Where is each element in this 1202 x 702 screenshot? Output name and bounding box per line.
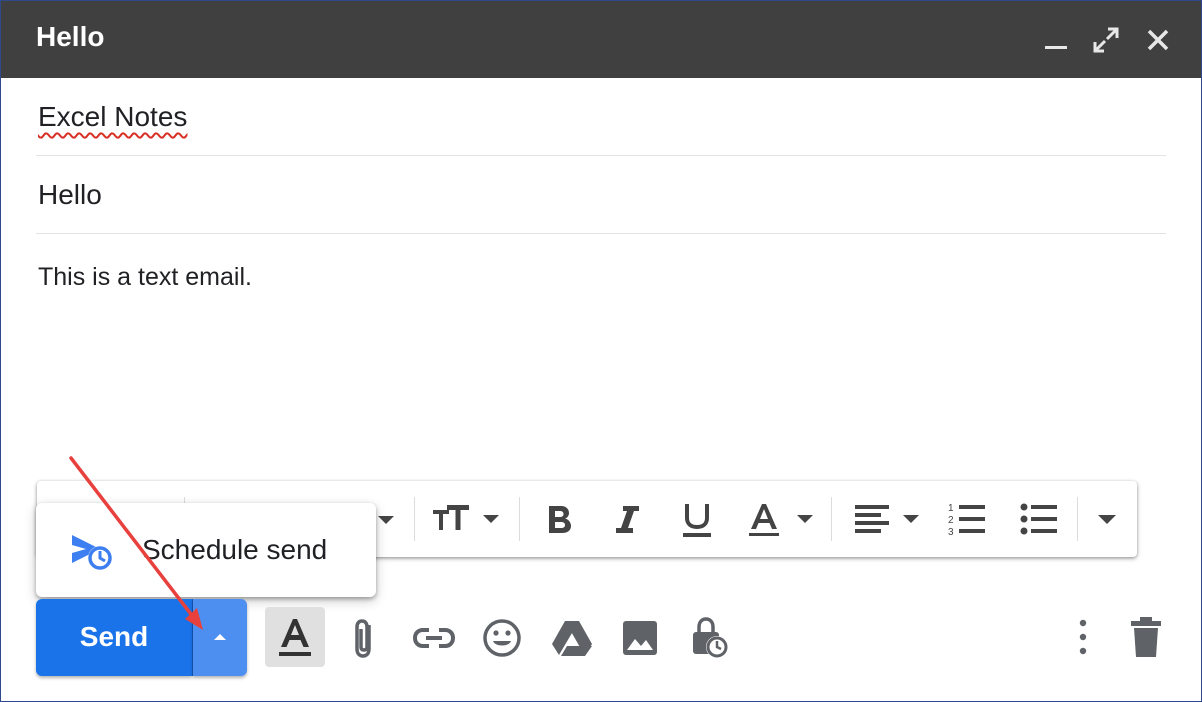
align-icon[interactable] bbox=[853, 499, 925, 539]
schedule-send-item[interactable]: Schedule send bbox=[142, 534, 327, 566]
svg-text:3: 3 bbox=[948, 527, 954, 538]
link-icon[interactable] bbox=[409, 613, 459, 663]
underline-icon[interactable] bbox=[679, 499, 715, 539]
trash-icon[interactable] bbox=[1125, 613, 1175, 663]
minimize-icon[interactable] bbox=[1039, 23, 1073, 57]
schedule-send-icon bbox=[70, 531, 118, 580]
italic-icon[interactable] bbox=[611, 499, 643, 539]
numbered-list-icon[interactable]: 1 2 3 bbox=[947, 499, 987, 539]
compose-titlebar[interactable]: Hello bbox=[1, 1, 1201, 78]
font-size-icon[interactable] bbox=[431, 499, 503, 539]
subject-value: Hello bbox=[38, 179, 102, 210]
svg-text:2: 2 bbox=[948, 515, 954, 526]
compose-title: Hello bbox=[36, 21, 105, 52]
emoji-icon[interactable] bbox=[477, 613, 527, 663]
expand-icon[interactable] bbox=[1089, 23, 1123, 57]
send-options-button[interactable] bbox=[193, 599, 247, 676]
more-formatting-icon[interactable] bbox=[1095, 499, 1119, 539]
toolbar-divider bbox=[1077, 497, 1078, 541]
recipient-field[interactable]: Excel Notes bbox=[36, 79, 1166, 156]
svg-text:1: 1 bbox=[948, 503, 954, 514]
compose-window: Hello Excel Notes Hello This is a text e… bbox=[0, 0, 1202, 702]
photo-icon[interactable] bbox=[615, 613, 665, 663]
attach-icon[interactable] bbox=[341, 613, 391, 663]
schedule-send-menu: Schedule send bbox=[36, 503, 376, 597]
subject-field[interactable]: Hello bbox=[36, 157, 1166, 234]
toolbar-divider bbox=[414, 497, 415, 541]
text-color-icon[interactable] bbox=[745, 499, 817, 539]
more-options-icon[interactable] bbox=[1063, 613, 1113, 663]
confidential-mode-icon[interactable] bbox=[685, 613, 735, 663]
bold-icon[interactable] bbox=[543, 499, 575, 539]
close-icon[interactable] bbox=[1141, 23, 1175, 57]
send-button[interactable]: Send bbox=[36, 599, 192, 676]
formatting-options-icon[interactable] bbox=[269, 611, 319, 661]
drive-icon[interactable] bbox=[547, 613, 597, 663]
send-button-label: Send bbox=[79, 621, 149, 652]
toolbar-divider bbox=[831, 497, 832, 541]
caret-up-icon bbox=[214, 634, 226, 640]
recipient-value: Excel Notes bbox=[38, 101, 188, 132]
font-dropdown-caret-icon[interactable] bbox=[375, 507, 397, 547]
message-body[interactable]: This is a text email. bbox=[38, 263, 252, 292]
bulleted-list-icon[interactable] bbox=[1019, 499, 1059, 539]
toolbar-divider bbox=[519, 497, 520, 541]
